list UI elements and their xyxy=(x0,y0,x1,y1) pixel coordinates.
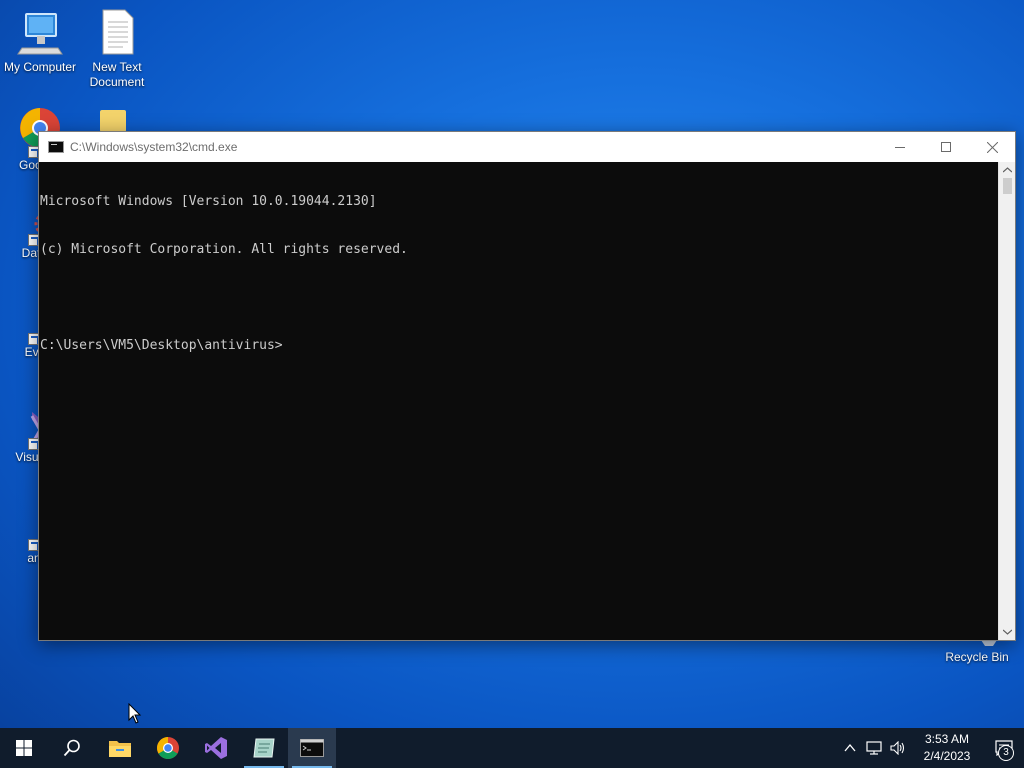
chrome-icon xyxy=(157,737,179,759)
notification-count-badge: 3 xyxy=(998,745,1014,761)
window-title: C:\Windows\system32\cmd.exe xyxy=(70,140,238,154)
windows-start-icon xyxy=(16,740,32,756)
taskbar-file-explorer[interactable] xyxy=(96,728,144,768)
desktop-icon-my-computer[interactable]: My Computer xyxy=(0,8,80,75)
maximize-button[interactable] xyxy=(923,132,969,162)
speaker-icon xyxy=(890,741,905,755)
clock-date: 2/4/2023 xyxy=(923,749,971,763)
visual-studio-icon xyxy=(205,737,227,759)
chevron-down-icon xyxy=(1002,629,1012,635)
clock-time: 3:53 AM xyxy=(924,732,970,746)
scroll-up-button[interactable] xyxy=(999,162,1015,178)
taskbar-notepad-app[interactable] xyxy=(240,728,288,768)
desktop-icon-label: Recycle Bin xyxy=(945,650,1009,664)
chevron-up-icon xyxy=(844,744,856,752)
start-button[interactable] xyxy=(0,728,48,768)
file-explorer-icon xyxy=(109,741,131,757)
taskbar-visual-studio[interactable] xyxy=(192,728,240,768)
taskbar: 3:53 AM 2/4/2023 3 xyxy=(0,728,1024,768)
notepad-app-icon xyxy=(253,738,275,758)
chevron-up-icon xyxy=(1002,167,1012,173)
volume-button[interactable] xyxy=(886,728,910,768)
action-center-button[interactable]: 3 xyxy=(984,728,1024,768)
search-button[interactable] xyxy=(48,728,96,768)
console-output[interactable]: Microsoft Windows [Version 10.0.19044.21… xyxy=(39,162,999,640)
desktop-icon-new-text-document[interactable]: New Text Document xyxy=(77,8,157,90)
console-line: Microsoft Windows [Version 10.0.19044.21… xyxy=(40,194,377,209)
computer-icon xyxy=(16,8,64,56)
system-tray: 3:53 AM 2/4/2023 3 xyxy=(838,728,1024,768)
window-titlebar[interactable]: C:\Windows\system32\cmd.exe xyxy=(39,132,1015,162)
scroll-down-button[interactable] xyxy=(999,624,1015,640)
cmd-window[interactable]: C:\Windows\system32\cmd.exe Microsoft Wi… xyxy=(38,131,1016,641)
network-button[interactable] xyxy=(862,728,886,768)
taskbar-clock[interactable]: 3:53 AM 2/4/2023 xyxy=(910,731,984,765)
close-icon xyxy=(986,141,998,153)
scroll-thumb[interactable] xyxy=(1002,178,1012,194)
text-document-icon xyxy=(93,8,141,56)
maximize-icon xyxy=(941,142,951,152)
taskbar-cmd[interactable] xyxy=(288,728,336,768)
console-prompt[interactable]: C:\Users\VM5\Desktop\antivirus> xyxy=(40,338,999,354)
minimize-icon xyxy=(895,146,905,148)
cmd-icon xyxy=(300,739,324,757)
close-button[interactable] xyxy=(969,132,1015,162)
folder-icon[interactable] xyxy=(100,110,126,132)
desktop-icon-label: New Text Document xyxy=(89,60,145,89)
vertical-scrollbar[interactable] xyxy=(998,162,1015,640)
mouse-cursor-icon xyxy=(128,703,142,724)
show-hidden-icons-button[interactable] xyxy=(838,728,862,768)
desktop-icon-label: My Computer xyxy=(3,60,77,74)
network-icon xyxy=(866,741,882,755)
window-controls xyxy=(877,132,1015,162)
cmd-icon[interactable] xyxy=(48,141,64,153)
taskbar-chrome[interactable] xyxy=(144,728,192,768)
minimize-button[interactable] xyxy=(877,132,923,162)
console-line: (c) Microsoft Corporation. All rights re… xyxy=(40,242,408,257)
search-icon xyxy=(63,739,80,757)
